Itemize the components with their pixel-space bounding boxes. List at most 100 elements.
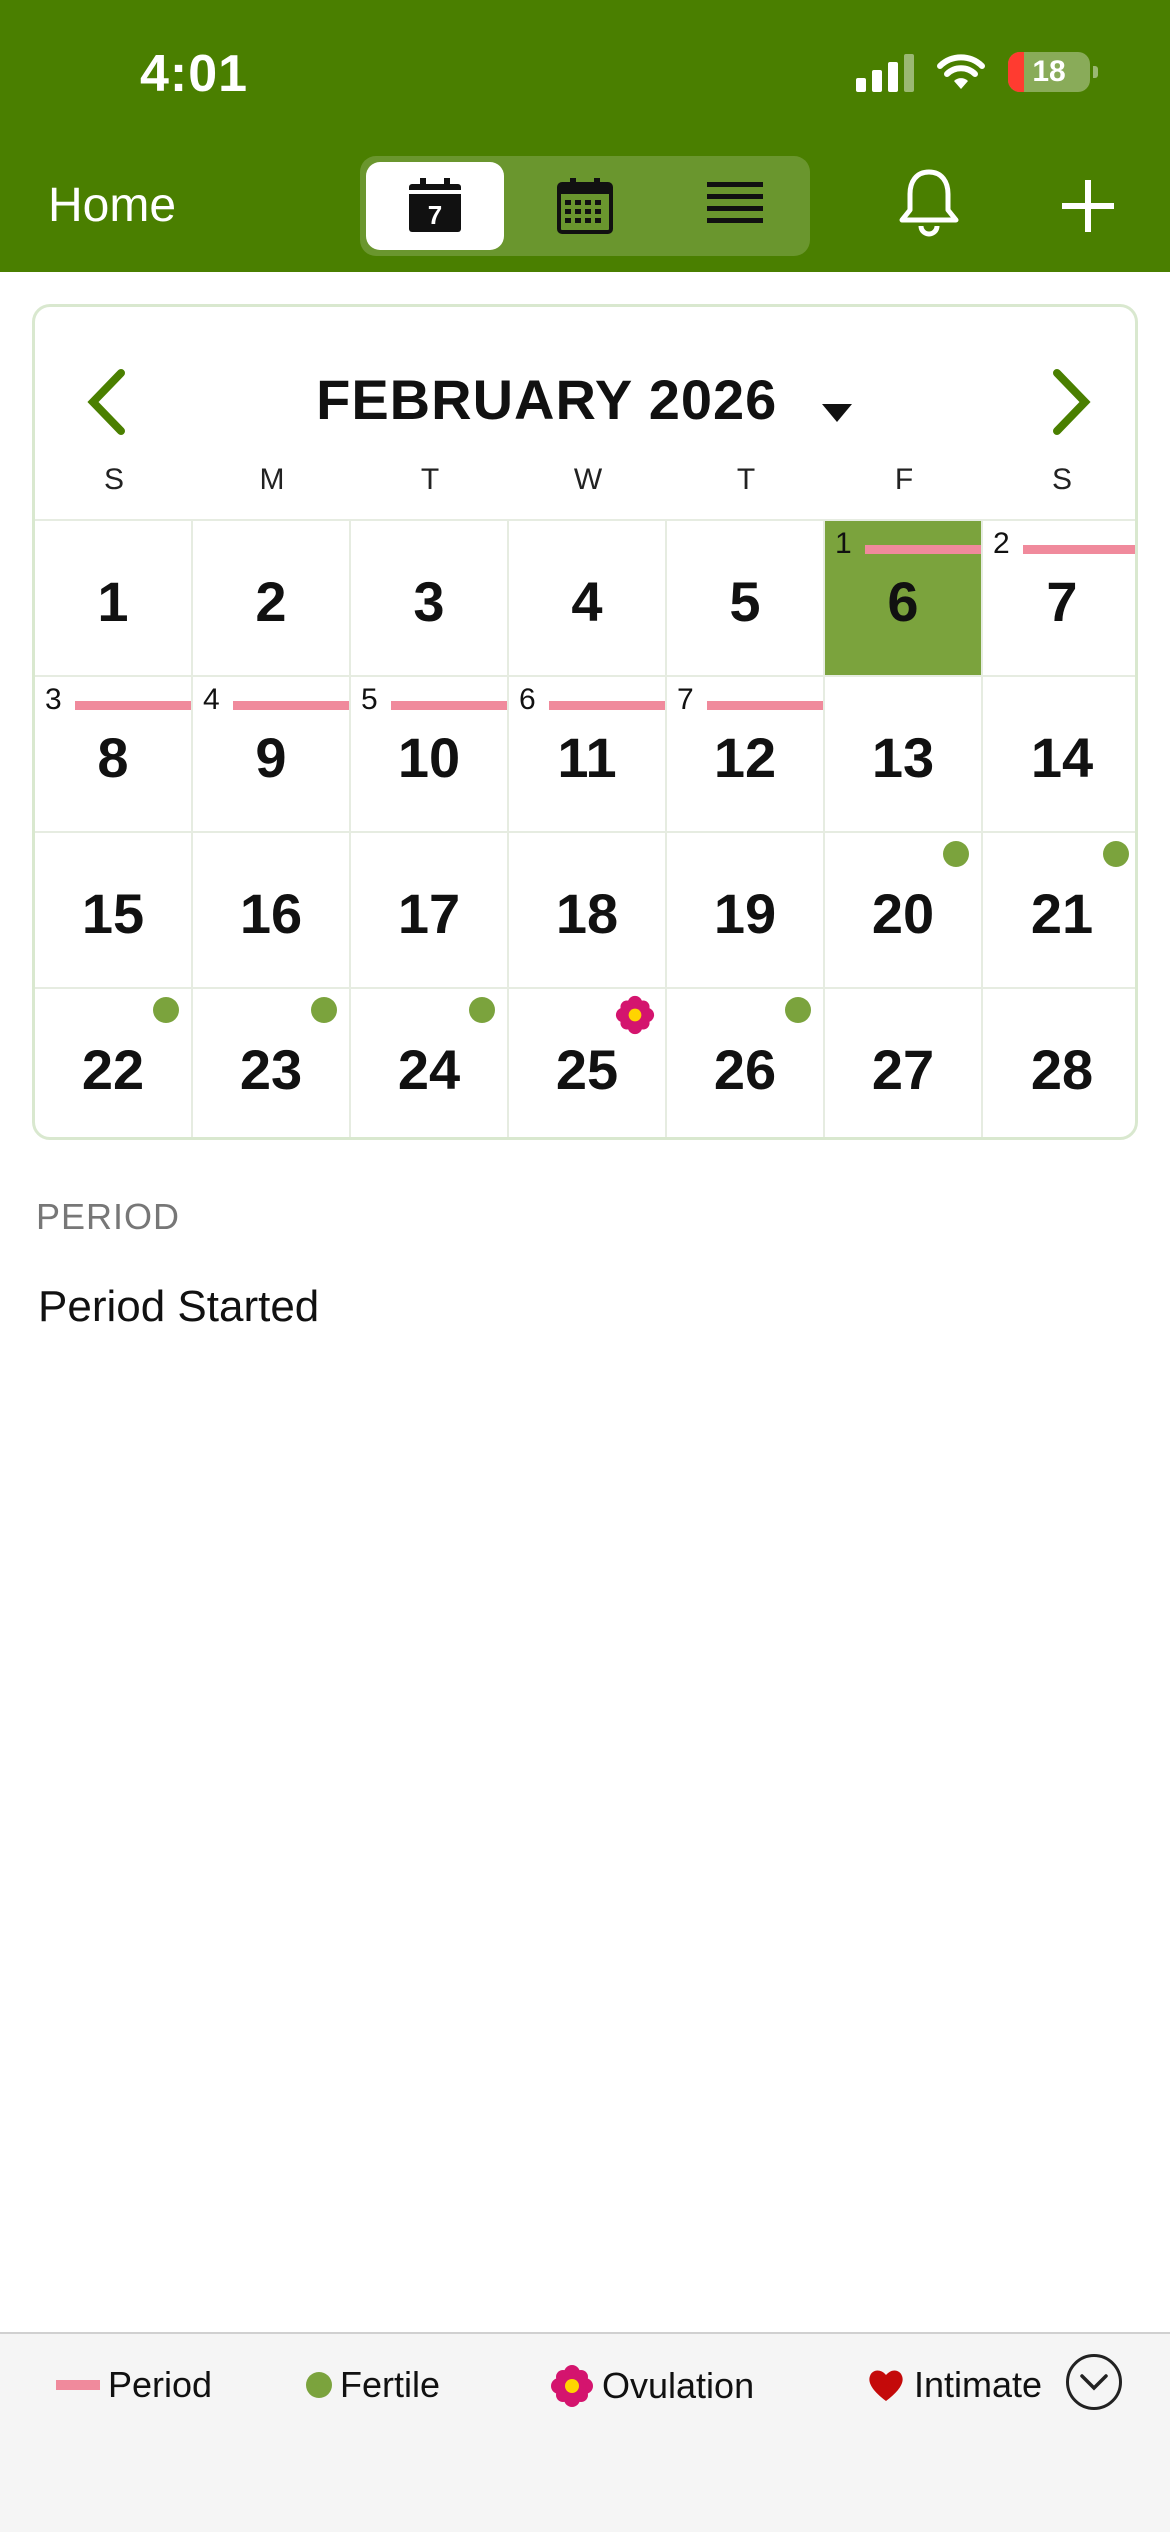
legend-bar: Period Fertile Ovulation Intimate [0, 2332, 1170, 2532]
day-number: 14 [1030, 726, 1094, 789]
fertile-dot-icon [943, 841, 969, 867]
notifications-button[interactable] [896, 168, 962, 243]
calendar-day-cell[interactable]: 12 7 [667, 675, 825, 831]
legend-ovulation: Ovulation [550, 2364, 754, 2408]
period-day-count: 6 [519, 683, 536, 716]
add-button[interactable] [1058, 176, 1118, 241]
battery-icon: 18 [1008, 52, 1098, 92]
day-number: 9 [255, 726, 287, 789]
wifi-icon [936, 53, 986, 91]
calendar-day-cell[interactable]: 18 [509, 831, 667, 987]
chevron-down-icon [1080, 2374, 1108, 2391]
day-number: 28 [1030, 1038, 1094, 1101]
expand-legend-button[interactable] [1066, 2354, 1122, 2410]
day-number: 2 [255, 570, 287, 633]
month-view-button[interactable] [516, 162, 654, 250]
period-day-count: 4 [203, 683, 220, 716]
calendar-day-cell[interactable]: 3 [351, 519, 509, 675]
calendar-day-cell[interactable]: 10 5 [351, 675, 509, 831]
calendar-day-cell[interactable]: 1 [35, 519, 193, 675]
day-icon-number: 7 [428, 200, 442, 230]
day-number: 12 [713, 726, 777, 789]
legend-ovulation-label: Ovulation [602, 2365, 755, 2406]
calendar-day-cell[interactable]: 2 [193, 519, 351, 675]
calendar-day-icon: 7 [409, 178, 461, 232]
period-day-count: 1 [835, 527, 852, 560]
day-number: 8 [97, 726, 129, 789]
section-label: PERIOD [36, 1196, 181, 1237]
legend-intimate-label: Intimate [914, 2364, 1043, 2405]
day-number: 15 [81, 882, 145, 945]
period-line-icon [75, 701, 191, 710]
day-number: 17 [397, 882, 461, 945]
legend-fertile-label: Fertile [340, 2364, 441, 2405]
period-line-icon [391, 701, 507, 710]
calendar-day-cell[interactable]: 22 [35, 987, 193, 1137]
day-number: 26 [713, 1038, 777, 1101]
heart-icon [869, 2370, 903, 2401]
view-mode-switcher: 7 [360, 156, 810, 256]
weekday-label: S [1051, 463, 1072, 496]
home-button[interactable]: Home [48, 178, 176, 233]
calendar-day-cell[interactable]: 23 [193, 987, 351, 1137]
next-month-button[interactable] [1045, 367, 1095, 442]
day-number: 20 [871, 882, 935, 945]
calendar-day-cell[interactable]: 17 [351, 831, 509, 987]
calendar-day-cell[interactable]: 15 [35, 831, 193, 987]
weekday-label: M [259, 463, 285, 496]
list-icon [707, 182, 763, 223]
calendar-day-cell[interactable]: 14 [983, 675, 1135, 831]
calendar-day-cell[interactable]: 21 [983, 831, 1135, 987]
calendar-card: FEBRUARY 2026 SMTWTFS 1 2 3 4 5 6 1 7 2 8 3 9 4 10 5 11… [32, 304, 1138, 1140]
weekday-label: F [894, 463, 914, 496]
calendar-day-cell[interactable]: 26 [667, 987, 825, 1137]
calendar-day-cell[interactable]: 27 [825, 987, 983, 1137]
list-view-button[interactable] [666, 162, 804, 250]
day-number: 1 [97, 570, 129, 633]
day-number: 16 [239, 882, 303, 945]
weekday-label: T [736, 463, 756, 496]
weekday-label: W [573, 463, 603, 496]
cellular-signal-icon [856, 52, 914, 92]
day-number: 25 [555, 1038, 619, 1101]
calendar-day-cell[interactable]: 20 [825, 831, 983, 987]
bell-icon [899, 169, 959, 237]
period-entry[interactable]: Period Started [38, 1282, 319, 1332]
calendar-day-cell[interactable]: 25 [509, 987, 667, 1137]
calendar-day-cell[interactable]: 28 [983, 987, 1135, 1137]
calendar-day-cell[interactable]: 19 [667, 831, 825, 987]
day-number: 18 [555, 882, 619, 945]
period-day-count: 7 [677, 683, 694, 716]
period-day-count: 5 [361, 683, 378, 716]
calendar-day-cell[interactable]: 4 [509, 519, 667, 675]
calendar-day-cell[interactable]: 16 [193, 831, 351, 987]
calendar-day-cell[interactable]: 83 [35, 675, 193, 831]
day-number: 10 [397, 726, 461, 789]
chevron-right-icon [1053, 369, 1091, 435]
day-number: 22 [81, 1038, 145, 1101]
status-icons: 18 [856, 52, 1098, 92]
month-label: FEBRUARY 2026 [316, 368, 778, 431]
day-number: 27 [871, 1038, 935, 1101]
day-number: 6 [887, 570, 919, 633]
period-day-count: 3 [45, 683, 62, 716]
flower-icon [615, 995, 655, 1040]
weekday-label: S [103, 463, 124, 496]
day-number: 7 [1046, 570, 1078, 633]
calendar-day-cell[interactable]: 11 6 [509, 675, 667, 831]
fertile-dot-icon [311, 997, 337, 1023]
period-line-icon [56, 2380, 100, 2390]
calendar-day-cell[interactable]: 5 [667, 519, 825, 675]
caret-down-icon [820, 372, 854, 437]
calendar-day-cell[interactable]: 24 [351, 987, 509, 1137]
calendar-day-cell[interactable]: 94 [193, 675, 351, 831]
calendar-day-cell[interactable]: 61 [825, 519, 983, 675]
calendar-day-cell[interactable]: 13 [825, 675, 983, 831]
day-view-button[interactable]: 7 [366, 162, 504, 250]
day-number: 23 [239, 1038, 303, 1101]
battery-level: 18 [1032, 55, 1066, 88]
status-time: 4:01 [140, 45, 249, 103]
weekday-label: T [420, 463, 440, 496]
calendar-day-cell[interactable]: 72 [983, 519, 1135, 675]
month-selector[interactable]: FEBRUARY 2026 [35, 367, 1135, 437]
